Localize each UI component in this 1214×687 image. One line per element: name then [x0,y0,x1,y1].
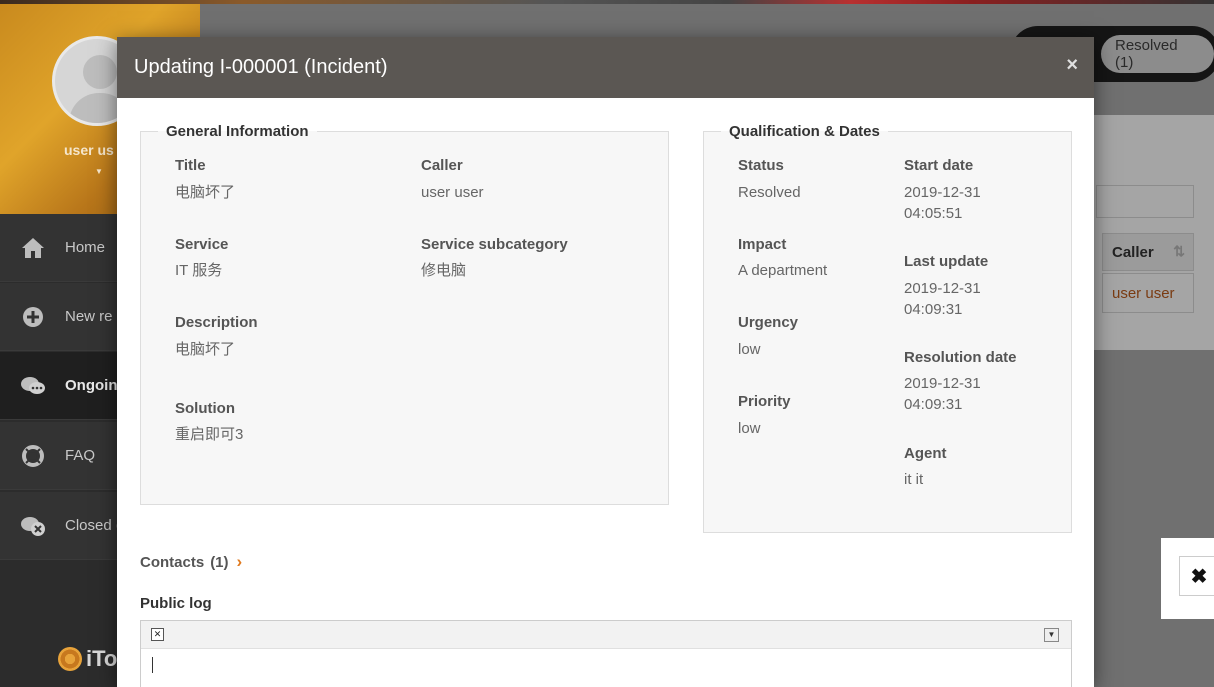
update-incident-modal: Updating I-000001 (Incident) × General I… [117,37,1094,687]
urgency-value: low [738,341,761,358]
sidebar-item-label: FAQ [65,447,96,464]
public-log-textarea[interactable] [141,649,1071,687]
lifebuoy-icon [20,443,46,469]
sidebar-item-label: Closed ( [65,517,121,534]
public-log-editor[interactable]: ✕ ▼ [140,620,1072,687]
impact-value: A department [738,262,828,279]
urgency-label: Urgency [738,314,799,331]
last-update-time: 04:09:31 [904,301,963,318]
table-header-caller[interactable]: Caller ⇅ [1102,233,1194,271]
service-label: Service [175,236,229,253]
chat-closed-icon [20,513,46,539]
app-logo: iTo [58,646,117,672]
start-date-time: 04:05:51 [904,205,963,222]
sidebar-item-label: Ongoin [65,377,118,394]
service-value: IT 服务 [175,262,223,279]
agent-value: it it [904,471,924,488]
service-subcategory-label: Service subcategory [421,236,568,253]
caller-label: Caller [421,157,463,174]
caller-value: user user [421,184,484,201]
solution-value: 重启即可3 [175,426,244,443]
solution-label: Solution [175,400,235,417]
last-update-value: 2019-12-31 04:09:31 [904,278,981,320]
resolution-date-day: 2019-12-31 [904,375,981,392]
close-icon[interactable]: ✖ [1179,556,1214,596]
close-icon[interactable]: × [1066,54,1078,77]
chevron-right-icon: › [236,552,243,571]
priority-value: low [738,420,761,437]
status-label: Status [738,157,784,174]
contacts-count: (1) [210,553,229,571]
resolution-date-value: 2019-12-31 04:09:31 [904,373,981,415]
sidebar-item-label: Home [65,239,106,256]
filter-resolved-button[interactable]: Resolved (1) [1101,35,1214,73]
dropdown-icon[interactable]: ▼ [1044,628,1059,642]
maximize-icon[interactable]: ✕ [151,628,164,641]
sidebar-item-label: New re [65,308,113,325]
table-search-input[interactable] [1096,185,1194,218]
status-value: Resolved [738,184,801,201]
profile-name[interactable]: user us [64,142,114,158]
plus-circle-icon [20,304,46,330]
contacts-label: Contacts [140,553,205,571]
description-label: Description [175,314,258,331]
avatar-head-icon [83,55,117,89]
chevron-down-icon[interactable]: ▼ [95,167,103,176]
description-value: 电脑坏了 [175,341,236,358]
public-log-label: Public log [140,595,212,612]
title-label: Title [175,157,206,174]
chat-bubbles-icon [20,373,46,399]
start-date-label: Start date [904,157,974,174]
resolution-date-time: 04:09:31 [904,396,963,413]
resolution-date-label: Resolution date [904,349,1017,366]
text-cursor [152,657,153,673]
impact-label: Impact [738,236,787,253]
table-header-label: Caller [1112,243,1154,261]
logo-icon [58,647,82,671]
contacts-toggle[interactable]: Contacts (1) › [140,552,242,572]
last-update-label: Last update [904,253,989,270]
service-subcategory-value: 修电脑 [421,262,467,279]
section-legend: General Information [166,123,309,140]
priority-label: Priority [738,393,791,410]
agent-label: Agent [904,445,947,462]
home-icon [20,235,46,261]
editor-toolbar: ✕ ▼ [141,621,1071,649]
start-date-day: 2019-12-31 [904,184,981,201]
sort-icon: ⇅ [1173,243,1185,259]
modal-title: Updating I-000001 (Incident) [134,56,388,78]
modal-header: Updating I-000001 (Incident) × [117,37,1094,98]
logo-text: iTo [86,646,118,671]
title-value: 电脑坏了 [175,184,236,201]
section-legend: Qualification & Dates [729,123,880,140]
start-date-value: 2019-12-31 04:05:51 [904,182,981,224]
last-update-day: 2019-12-31 [904,280,981,297]
table-cell-caller[interactable]: user user [1102,273,1194,313]
